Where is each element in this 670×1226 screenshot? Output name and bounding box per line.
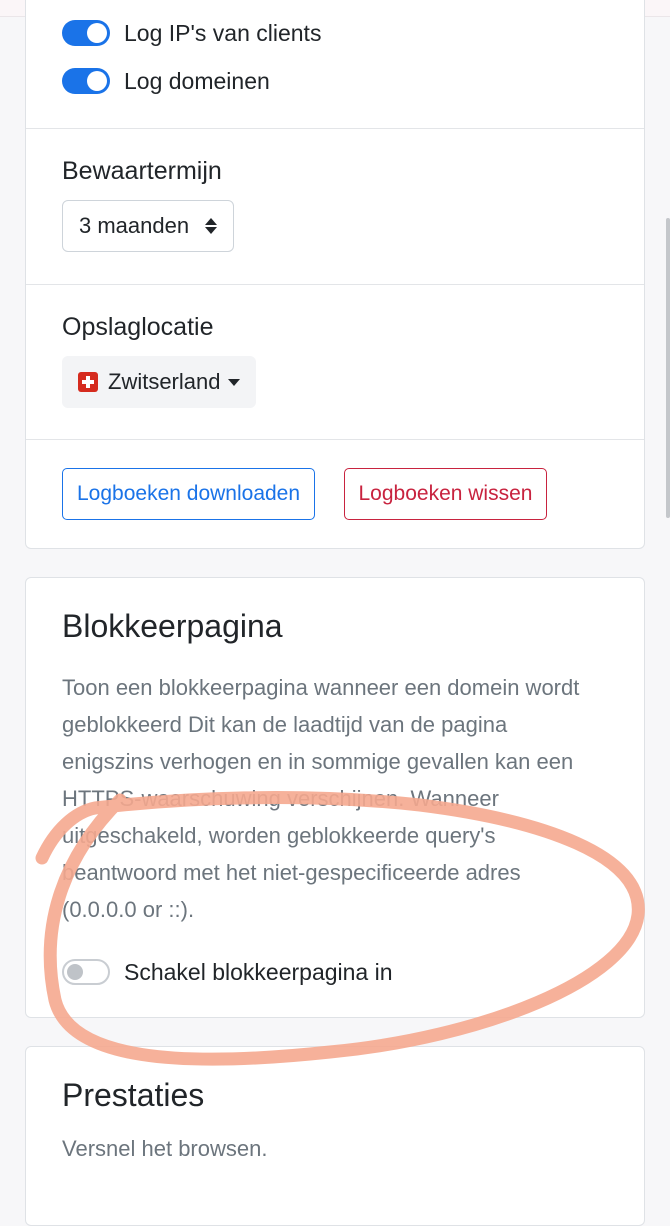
retention-select[interactable]: 3 maanden [62,200,235,252]
toggle-knob [67,964,83,980]
storage-section: Opslaglocatie Zwitserland [26,285,644,440]
log-client-ips-toggle[interactable] [62,20,110,46]
log-client-ips-label: Log IP's van clients [124,19,322,46]
log-domains-label: Log domeinen [124,67,270,94]
blockpage-toggle[interactable] [62,959,110,985]
log-domains-row[interactable]: Log domeinen [26,57,644,105]
storage-title: Opslaglocatie [62,313,214,341]
download-logs-button[interactable]: Logboeken downloaden [62,468,316,520]
retention-title: Bewaartermijn [62,157,222,185]
log-actions-section: Logboeken downloaden Logboeken wissen [26,440,644,548]
swiss-flag-icon [78,372,98,392]
log-toggles-section: Log IP's van clients Log domeinen [26,0,644,129]
blockpage-toggle-label: Schakel blokkeerpagina in [124,958,393,985]
performance-title: Prestaties [62,1077,205,1113]
log-domains-toggle[interactable] [62,68,110,94]
blockpage-card: Blokkeerpagina Toon een blokkeerpagina w… [25,577,645,1018]
toggle-knob [87,71,107,91]
caret-down-icon [228,378,241,386]
toggle-knob [87,23,107,43]
retention-value: 3 maanden [79,213,190,238]
clear-logs-button[interactable]: Logboeken wissen [343,468,548,520]
retention-section: Bewaartermijn 3 maanden [26,129,644,285]
blockpage-title: Blokkeerpagina [62,608,283,644]
scrollbar[interactable] [666,218,670,518]
performance-card: Prestaties Versnel het browsen. [25,1046,645,1226]
performance-description: Versnel het browsen. [62,1136,268,1161]
storage-location-dropdown[interactable]: Zwitserland [62,356,257,408]
blockpage-description: Toon een blokkeerpagina wanneer een dome… [62,675,580,922]
log-client-ips-row[interactable]: Log IP's van clients [26,9,644,57]
blockpage-toggle-row[interactable]: Schakel blokkeerpagina in [62,948,608,996]
logs-card: Log IP's van clients Log domeinen Bewaar… [25,0,645,549]
select-arrows-icon [205,218,218,234]
storage-location-value: Zwitserland [108,369,221,394]
